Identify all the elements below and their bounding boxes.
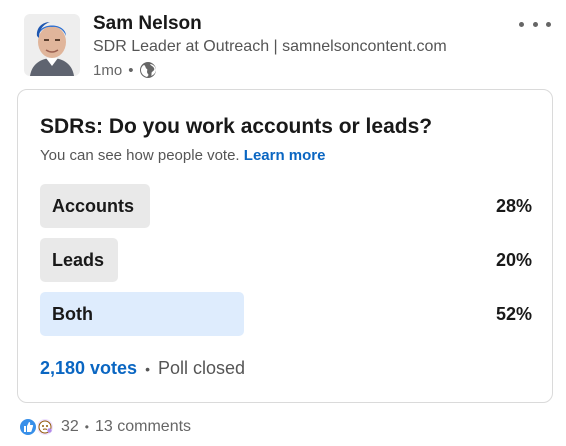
post-meta: 1mo • — [93, 60, 157, 80]
meta-separator: • — [128, 61, 134, 79]
poll-question: SDRs: Do you work accounts or leads? — [40, 115, 433, 138]
option-label: Both — [52, 304, 93, 324]
learn-more-link[interactable]: Learn more — [244, 147, 326, 164]
poll-option-both[interactable]: Both 52% — [40, 292, 532, 336]
poll-option-leads[interactable]: Leads 20% — [40, 238, 532, 282]
author-headline: SDR Leader at Outreach | samnelsonconten… — [93, 38, 447, 55]
globe-icon — [139, 61, 157, 79]
poll-card: SDRs: Do you work accounts or leads? You… — [17, 89, 553, 403]
curious-icon — [35, 417, 55, 437]
option-percent: 20% — [495, 250, 532, 270]
post-time: 1mo — [93, 61, 123, 79]
option-percent: 28% — [495, 196, 532, 216]
comments-count-link[interactable]: 13 comments — [95, 418, 191, 436]
option-label: Accounts — [52, 196, 135, 216]
more-options-button[interactable] — [519, 14, 551, 34]
visibility-note-text: You can see how people vote. — [40, 147, 240, 164]
post-header: Sam Nelson SDR Leader at Outreach | samn… — [0, 0, 566, 90]
more-dot-icon — [546, 21, 551, 27]
like-icon — [18, 417, 38, 437]
votes-count-link[interactable]: 2,180 votes — [40, 358, 137, 379]
poll-status: Poll closed — [157, 358, 246, 378]
avatar[interactable] — [24, 14, 80, 76]
social-separator: • — [84, 420, 89, 434]
option-percent: 52% — [495, 304, 532, 324]
more-dot-icon — [519, 21, 524, 27]
option-label: Leads — [52, 250, 105, 270]
reaction-count[interactable]: 32 — [61, 418, 79, 436]
footer-separator: • — [145, 360, 150, 377]
author-name[interactable]: Sam Nelson — [93, 13, 202, 35]
poll-option-accounts[interactable]: Accounts 28% — [40, 184, 532, 228]
social-counts: 32 • 13 comments — [18, 414, 191, 440]
poll-footer: 2,180 votes • Poll closed — [40, 358, 245, 379]
more-dot-icon — [532, 21, 538, 27]
poll-visibility-note: You can see how people vote. Learn more — [40, 147, 325, 164]
